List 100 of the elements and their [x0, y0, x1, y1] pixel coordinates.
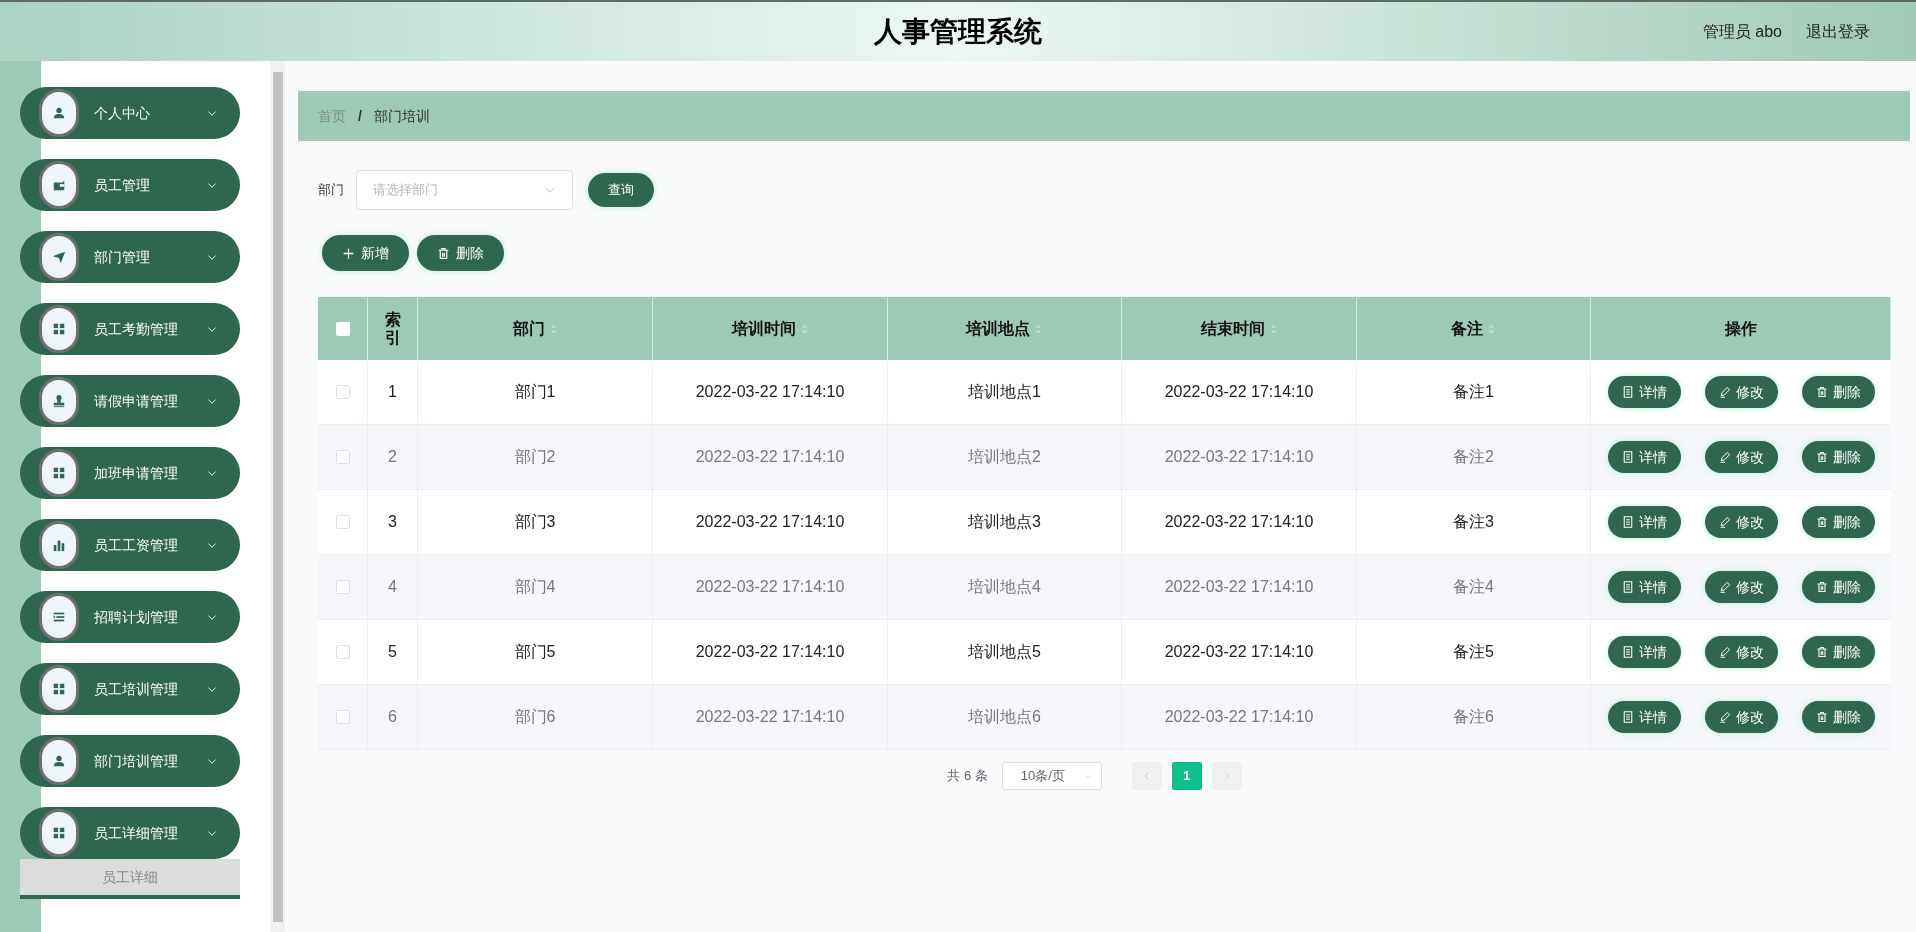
search-button[interactable]: 查询: [588, 173, 654, 207]
delete-button[interactable]: 删除: [1801, 701, 1875, 733]
breadcrumb-current: 部门培训: [373, 106, 430, 126]
person-icon: [52, 754, 66, 768]
table-cell-text: 6: [388, 707, 397, 727]
paper-plane-icon: [52, 250, 66, 264]
app-title: 人事管理系统: [874, 14, 1042, 49]
menu-item[interactable]: 员工详细管理: [20, 807, 240, 859]
delete-button[interactable]: 删除: [1801, 506, 1875, 538]
logout-link[interactable]: 退出登录: [1806, 20, 1870, 44]
table-cell-text: 培训地点5: [968, 642, 1041, 662]
table-cell-text: 2: [388, 447, 397, 467]
delete-button[interactable]: 删除: [417, 235, 504, 271]
table-cell-text: 培训地点2: [968, 447, 1041, 467]
delete-button[interactable]: 删除: [1801, 571, 1875, 603]
table-cell-text: 2022-03-22 17:14:10: [1164, 382, 1314, 402]
detail-button[interactable]: 详情: [1607, 376, 1681, 408]
table-cell-text: 部门4: [514, 577, 556, 597]
trash-icon: [1815, 516, 1828, 528]
table-cell-text: 培训地点3: [968, 512, 1041, 532]
table-cell-text: 1: [388, 382, 397, 402]
document-icon: [1621, 516, 1634, 528]
edit-button[interactable]: 修改: [1704, 441, 1778, 473]
page-size-select[interactable]: 10条/页: [1001, 762, 1102, 790]
table-cell-text: 备注2: [1453, 447, 1494, 467]
wallet-icon: [52, 178, 66, 192]
table-cell-text: 2022-03-22 17:14:10: [1164, 577, 1314, 597]
table-cell-text: 备注5: [1453, 642, 1494, 662]
detail-button[interactable]: 详情: [1607, 441, 1681, 473]
scrollbar-thumb[interactable]: [272, 72, 283, 922]
table-cell-text: 培训地点6: [968, 707, 1041, 727]
previous-page-button[interactable]: [1131, 762, 1162, 790]
menu-item[interactable]: 员工考勤管理: [20, 303, 240, 355]
table-cell-text: 培训地点1: [968, 382, 1041, 402]
menu-item[interactable]: 部门培训管理: [20, 735, 240, 787]
table-cell-text: 备注1: [1453, 382, 1494, 402]
plus-icon: [342, 246, 355, 260]
edit-button[interactable]: 修改: [1704, 376, 1778, 408]
trash-icon: [1815, 581, 1828, 593]
table-cell-text: 2022-03-22 17:14:10: [695, 447, 845, 467]
delete-button[interactable]: 删除: [1801, 636, 1875, 668]
person-icon: [52, 106, 66, 120]
detail-button[interactable]: 详情: [1607, 636, 1681, 668]
row-checkbox[interactable]: [335, 580, 350, 594]
pencil-icon: [1718, 386, 1731, 398]
grid-icon: [52, 466, 66, 480]
table-cell-text: 部门1: [514, 382, 556, 402]
table-cell-text: 2022-03-22 17:14:10: [1164, 642, 1314, 662]
row-checkbox[interactable]: [335, 450, 350, 464]
add-button[interactable]: 新增: [322, 235, 409, 271]
table-cell-text: 2022-03-22 17:14:10: [695, 382, 845, 402]
table-cell-text: 2022-03-22 17:14:10: [695, 642, 845, 662]
menu-item[interactable]: 加班申请管理: [20, 447, 240, 499]
table-cell-text: 5: [388, 642, 397, 662]
edit-button[interactable]: 修改: [1704, 571, 1778, 603]
grid-icon: [52, 322, 66, 336]
row-checkbox[interactable]: [335, 710, 350, 724]
table-cell-text: 部门5: [514, 642, 556, 662]
row-checkbox[interactable]: [335, 645, 350, 659]
document-icon: [1621, 646, 1634, 658]
menu-item[interactable]: 招聘计划管理: [20, 591, 240, 643]
pencil-icon: [1718, 581, 1731, 593]
menu-item[interactable]: 个人中心: [20, 87, 240, 139]
detail-button[interactable]: 详情: [1607, 571, 1681, 603]
row-checkbox[interactable]: [335, 515, 350, 529]
table-cell-text: 2022-03-22 17:14:10: [1164, 707, 1314, 727]
document-icon: [1621, 386, 1634, 398]
delete-button[interactable]: 删除: [1801, 376, 1875, 408]
table-cell-text: 备注3: [1453, 512, 1494, 532]
table-cell-text: 备注4: [1453, 577, 1494, 597]
document-icon: [1621, 711, 1634, 723]
trash-icon: [1815, 451, 1828, 463]
row-checkbox[interactable]: [335, 385, 350, 399]
table-cell-text: 2022-03-22 17:14:10: [1164, 447, 1314, 467]
stamp-icon: [52, 394, 66, 408]
edit-button[interactable]: 修改: [1704, 636, 1778, 668]
grid-icon: [52, 682, 66, 696]
next-page-button[interactable]: [1211, 762, 1242, 790]
menu-item[interactable]: 员工工资管理: [20, 519, 240, 571]
edit-button[interactable]: 修改: [1704, 701, 1778, 733]
menu-item[interactable]: 请假申请管理: [20, 375, 240, 427]
trash-icon: [1815, 646, 1828, 658]
menu-item[interactable]: 部门管理: [20, 231, 240, 283]
table-cell-text: 部门6: [514, 707, 556, 727]
grid-icon: [52, 826, 66, 840]
table-cell-text: 部门3: [514, 512, 556, 532]
bar-chart-icon: [52, 538, 66, 552]
detail-button[interactable]: 详情: [1607, 506, 1681, 538]
select-all-checkbox[interactable]: [335, 321, 350, 336]
trash-icon: [437, 246, 450, 260]
document-icon: [1621, 451, 1634, 463]
table-cell-text: 备注6: [1453, 707, 1494, 727]
pencil-icon: [1718, 646, 1731, 658]
menu-item[interactable]: 员工管理: [20, 159, 240, 211]
delete-button[interactable]: 删除: [1801, 441, 1875, 473]
edit-button[interactable]: 修改: [1704, 506, 1778, 538]
table-cell-text: 2022-03-22 17:14:10: [695, 512, 845, 532]
menu-item[interactable]: 员工培训管理: [20, 663, 240, 715]
list-icon: [52, 610, 66, 624]
detail-button[interactable]: 详情: [1607, 701, 1681, 733]
